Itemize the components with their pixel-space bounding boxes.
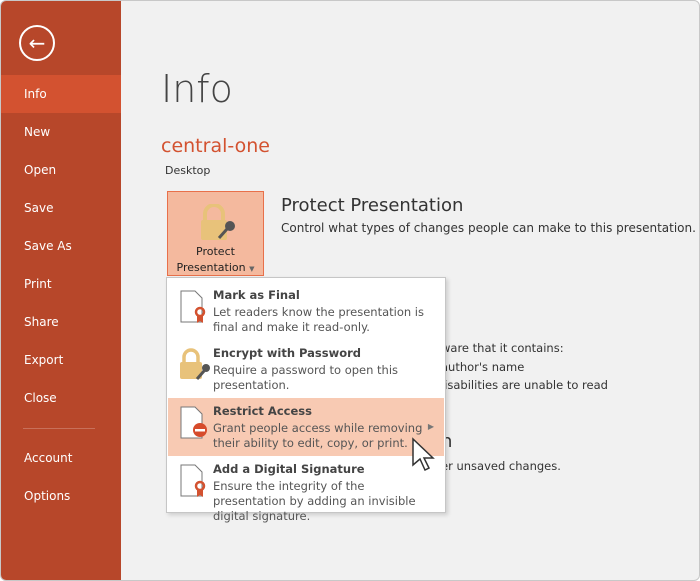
lock-key-icon — [180, 348, 210, 380]
sidebar-item-account[interactable]: Account — [1, 439, 121, 477]
protect-label-1: Protect — [196, 245, 235, 258]
sidebar-item-print[interactable]: Print — [1, 265, 121, 303]
sidebar-item-export[interactable]: Export — [1, 341, 121, 379]
menu-item-description: Let readers know the presentation is fin… — [213, 305, 424, 334]
document-restrict-icon — [180, 406, 207, 439]
window: ← Info New Open Save Save As Print Share… — [0, 0, 700, 581]
page-title: Info — [161, 67, 233, 111]
sidebar-item-info[interactable]: Info — [1, 75, 121, 113]
menu-item-restrict-access[interactable]: Restrict Access Grant people access whil… — [168, 398, 444, 456]
menu-item-title: Encrypt with Password — [213, 346, 362, 360]
mouse-cursor-icon — [412, 437, 435, 472]
file-name: central-one — [161, 135, 270, 157]
sidebar-item-options[interactable]: Options — [1, 477, 121, 515]
sidebar-item-save[interactable]: Save — [1, 189, 121, 227]
protect-description: Control what types of changes people can… — [281, 221, 696, 235]
menu-item-title: Restrict Access — [213, 404, 312, 418]
protect-menu: Mark as Final Let readers know the prese… — [166, 277, 446, 523]
sidebar-item-save-as[interactable]: Save As — [1, 227, 121, 265]
menu-item-add-digital-signature[interactable]: Add a Digital Signature Ensure the integ… — [168, 456, 444, 523]
submenu-arrow-icon: ▶ — [427, 422, 434, 431]
protect-label-2: Presentation — [176, 261, 246, 274]
menu-item-encrypt-with-password[interactable]: Encrypt with Password Require a password… — [168, 340, 444, 398]
sidebar-item-open[interactable]: Open — [1, 151, 121, 189]
background-text: author's name — [441, 360, 525, 374]
document-ribbon-icon — [180, 290, 206, 323]
back-arrow-icon: ← — [28, 31, 46, 55]
sidebar-item-close[interactable]: Close — [1, 379, 121, 417]
menu-item-title: Mark as Final — [213, 288, 300, 302]
background-text: lisabilities are unable to read — [441, 378, 608, 392]
back-button[interactable]: ← — [19, 25, 55, 61]
document-ribbon-icon — [180, 464, 206, 497]
file-location: Desktop — [165, 164, 211, 177]
divider — [23, 428, 95, 429]
protect-presentation-button[interactable]: Protect Presentation ▼ — [167, 191, 264, 276]
dropdown-caret-icon: ▼ — [249, 265, 255, 273]
menu-item-mark-as-final[interactable]: Mark as Final Let readers know the prese… — [168, 282, 444, 340]
menu-item-description: Require a password to open this presenta… — [213, 363, 399, 392]
sidebar-item-share[interactable]: Share — [1, 303, 121, 341]
lock-key-icon — [201, 204, 235, 240]
background-text: ware that it contains: — [441, 341, 564, 355]
background-text: er unsaved changes. — [441, 459, 561, 473]
menu-item-description: Grant people access while removing their… — [213, 421, 423, 450]
protect-heading: Protect Presentation — [281, 195, 464, 216]
menu-item-description: Ensure the integrity of the presentation… — [213, 479, 416, 523]
sidebar-item-new[interactable]: New — [1, 113, 121, 151]
menu-item-title: Add a Digital Signature — [213, 462, 365, 476]
sidebar: ← Info New Open Save Save As Print Share… — [1, 1, 121, 580]
